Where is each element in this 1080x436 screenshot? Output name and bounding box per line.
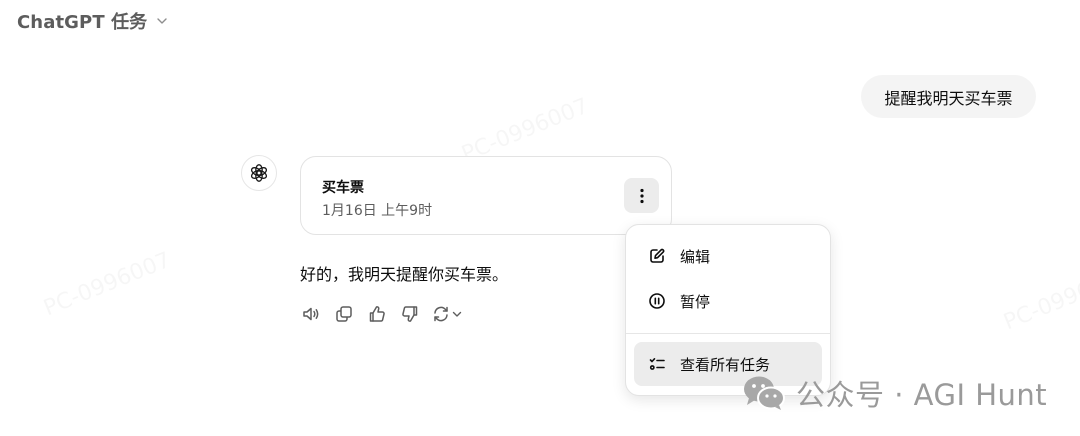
menu-item-label: 编辑 [680,247,711,266]
refresh-icon [434,306,448,321]
menu-divider [626,333,830,334]
task-schedule: 1月16日 上午9时 [322,203,433,219]
message-actions [300,303,463,324]
chevron-down-icon [452,311,462,317]
task-options-button[interactable] [624,178,659,213]
assistant-message: 好的，我明天提醒你买车票。 [300,265,509,284]
assistant-avatar [241,155,277,191]
page-title: ChatGPT 任务 [17,12,148,33]
more-vertical-icon [639,188,644,203]
pause-icon [649,293,665,309]
task-options-menu: 编辑 暂停 查看所有任务 [625,224,831,396]
brand-text: 公众号 · AGI Hunt [796,378,1048,412]
chevron-down-icon [157,18,167,24]
menu-item-label: 暂停 [680,292,711,311]
watermark-id: PC-0996007 [1000,262,1080,336]
menu-item-pause[interactable]: 暂停 [634,279,822,323]
thumbs-up-icon [369,305,385,322]
speaker-icon [302,307,318,320]
copy-button[interactable] [333,303,354,324]
thumbs-up-button[interactable] [366,303,387,324]
wechat-icon [744,376,785,410]
thumbs-down-icon [401,305,417,322]
menu-item-edit[interactable]: 编辑 [634,234,822,278]
edit-icon [650,248,665,263]
thumbs-down-button[interactable] [399,303,420,324]
task-title: 买车票 [322,180,364,196]
regenerate-button[interactable] [432,305,463,323]
model-selector[interactable]: ChatGPT 任务 [17,8,169,34]
brand-watermark: 公众号 · AGI Hunt [742,372,1047,414]
openai-logo-icon [250,164,268,182]
task-list-icon [649,358,665,370]
copy-icon [335,305,352,322]
task-card[interactable]: 买车票 1月16日 上午9时 [300,156,672,235]
user-message: 提醒我明天买车票 [861,75,1036,118]
read-aloud-button[interactable] [300,303,321,324]
watermark-id: PC-0996007 [40,248,174,322]
